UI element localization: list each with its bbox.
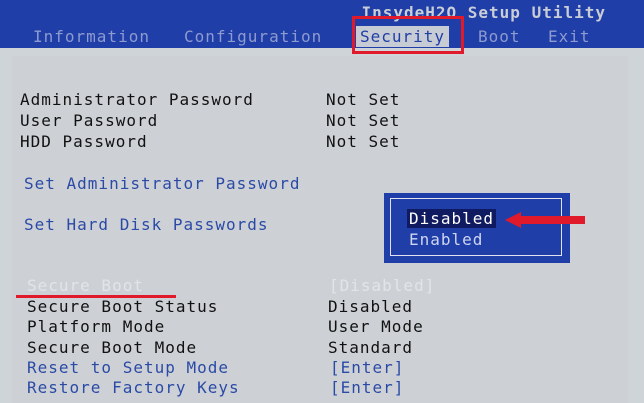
reset-setup-mode-item[interactable]: Reset to Setup Mode bbox=[27, 358, 229, 377]
user-password-label: User Password bbox=[20, 111, 159, 130]
tab-information[interactable]: Information bbox=[33, 26, 150, 47]
red-arrow-icon bbox=[505, 212, 585, 228]
restore-factory-keys-enter[interactable]: [Enter] bbox=[330, 378, 404, 397]
secure-boot-status-value: Disabled bbox=[328, 297, 414, 316]
menu-bar: Information Configuration Security Boot … bbox=[0, 25, 644, 48]
platform-mode-value: User Mode bbox=[328, 317, 424, 336]
tab-boot[interactable]: Boot bbox=[478, 26, 521, 47]
secure-boot-mode-value: Standard bbox=[328, 338, 414, 357]
set-hdd-passwords-item[interactable]: Set Hard Disk Passwords bbox=[24, 215, 269, 234]
user-password-value: Not Set bbox=[326, 111, 401, 130]
admin-password-label: Administrator Password bbox=[20, 90, 254, 109]
set-admin-password-item[interactable]: Set Administrator Password bbox=[24, 174, 300, 193]
hdd-password-label: HDD Password bbox=[20, 132, 148, 151]
secure-boot-options-popup: Disabled Enabled bbox=[384, 193, 570, 263]
option-disabled[interactable]: Disabled bbox=[407, 209, 497, 228]
option-enabled[interactable]: Enabled bbox=[409, 230, 483, 249]
hdd-password-value: Not Set bbox=[326, 132, 401, 151]
secure-boot-status-label: Secure Boot Status bbox=[27, 297, 219, 316]
secure-boot-mode-label: Secure Boot Mode bbox=[27, 338, 198, 357]
secure-boot-label[interactable]: Secure Boot bbox=[27, 276, 144, 295]
platform-mode-label: Platform Mode bbox=[27, 317, 166, 336]
title-bar: InsydeH2O Setup Utility bbox=[0, 0, 644, 25]
security-tab-highlight-box bbox=[352, 16, 464, 54]
admin-password-value: Not Set bbox=[326, 90, 401, 109]
secure-boot-value[interactable]: [Disabled] bbox=[329, 276, 435, 295]
bios-screen: InsydeH2O Setup Utility Information Conf… bbox=[0, 0, 644, 403]
tab-exit[interactable]: Exit bbox=[548, 26, 591, 47]
restore-factory-keys-item[interactable]: Restore Factory Keys bbox=[27, 378, 240, 397]
reset-setup-mode-enter[interactable]: [Enter] bbox=[330, 358, 404, 377]
tab-configuration[interactable]: Configuration bbox=[184, 26, 322, 47]
